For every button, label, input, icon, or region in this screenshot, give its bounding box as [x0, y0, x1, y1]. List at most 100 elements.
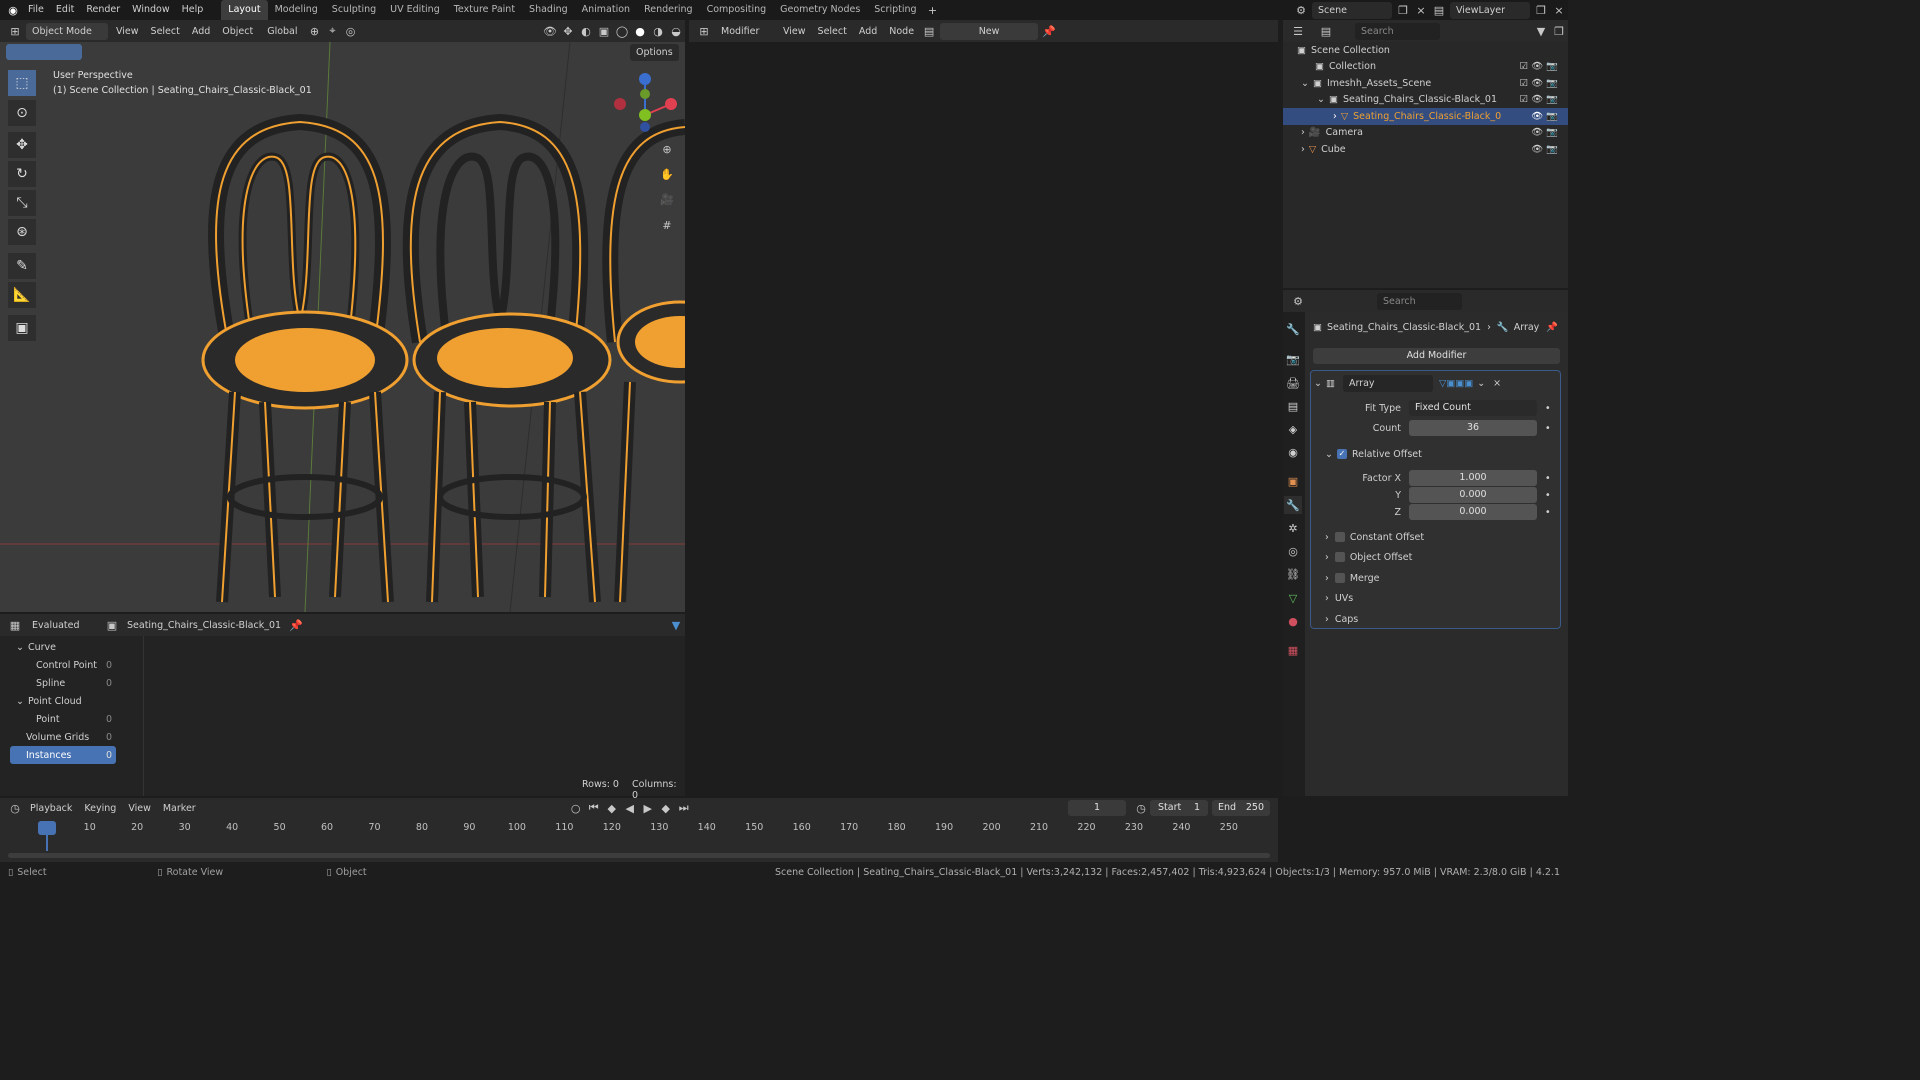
chevron-right-icon[interactable]: ›	[1301, 127, 1305, 138]
3d-viewport[interactable]: User Perspective (1) Scene Collection | …	[0, 42, 685, 612]
ortho-grid-icon[interactable]: #	[658, 216, 676, 234]
chevron-right-icon[interactable]: ›	[1333, 111, 1337, 122]
cursor-tool-icon[interactable]: ⊙	[8, 100, 36, 126]
outliner-type-icon[interactable]: ☰	[1289, 22, 1307, 40]
prev-key-icon[interactable]: ◆	[603, 799, 621, 817]
camera-view-icon[interactable]: 🎥	[658, 190, 676, 208]
playback-menu[interactable]: Playback	[24, 803, 78, 814]
node-menu-add[interactable]: Add	[853, 26, 883, 37]
merge-checkbox[interactable]	[1334, 573, 1345, 583]
animate-dot-icon[interactable]: •	[1545, 423, 1551, 434]
tree-point-cloud[interactable]: ⌄ Point Cloud	[10, 692, 116, 710]
timeline-scrollbar[interactable]	[8, 853, 1270, 858]
xray-icon[interactable]: ▣	[595, 22, 613, 40]
clock-icon[interactable]: ◷	[1132, 799, 1150, 817]
constraints-tab-icon[interactable]: ⛓	[1284, 565, 1302, 583]
node-editor-canvas[interactable]	[689, 42, 1278, 796]
tab-shading[interactable]: Shading	[522, 0, 575, 20]
tab-modeling[interactable]: Modeling	[268, 0, 325, 20]
factor-z-field[interactable]: 0.000	[1409, 504, 1537, 520]
tab-rendering[interactable]: Rendering	[637, 0, 700, 20]
transform-tool-icon[interactable]: ⊛	[8, 219, 36, 245]
node-editor-type-icon[interactable]: ⊞	[695, 22, 713, 40]
outliner-filter-icon[interactable]: ▼	[1532, 22, 1550, 40]
add-workspace-icon[interactable]: +	[924, 1, 942, 19]
tab-texture-paint[interactable]: Texture Paint	[447, 0, 522, 20]
visibility-toggles[interactable]: ☑ 👁 📷	[1520, 61, 1558, 72]
outliner-row-chairs-mesh[interactable]: › ▽ Seating_Chairs_Classic-Black_0 👁 📷	[1283, 108, 1568, 125]
edit-mode-toggle-icon[interactable]: ▽▣▣▣	[1439, 378, 1473, 389]
tree-volume-grids[interactable]: Volume Grids 0	[10, 728, 116, 746]
pivot-icon[interactable]: ⊕	[306, 22, 324, 40]
visibility-toggles[interactable]: ☑ 👁 📷	[1520, 94, 1558, 105]
outliner-row-imeshh[interactable]: ⌄ ▣ Imeshh_Assets_Scene ☑ 👁 📷	[1283, 75, 1568, 92]
animate-dot-icon[interactable]: •	[1545, 403, 1551, 414]
tab-geometry-nodes[interactable]: Geometry Nodes	[773, 0, 867, 20]
add-modifier-button[interactable]: Add Modifier	[1313, 348, 1560, 364]
tab-sculpting[interactable]: Sculpting	[325, 0, 383, 20]
viewlayer-selector[interactable]: ViewLayer	[1450, 1, 1530, 19]
data-tab-icon[interactable]: ▽	[1284, 589, 1302, 607]
select-tool-icon[interactable]: ⬚	[8, 70, 36, 96]
merge-row[interactable]: › Merge	[1325, 568, 1570, 588]
chevron-right-icon[interactable]: ›	[1325, 532, 1329, 543]
blender-logo-icon[interactable]: ◉	[4, 1, 22, 19]
rotate-tool-icon[interactable]: ↻	[8, 161, 36, 187]
marker-menu[interactable]: Marker	[157, 803, 202, 814]
new-node-group-button[interactable]: New	[940, 22, 1039, 40]
animate-dot-icon[interactable]: •	[1545, 473, 1551, 484]
tool-tab-icon[interactable]: 🔧	[1284, 320, 1302, 338]
end-frame-field[interactable]: End 250	[1212, 800, 1270, 816]
play-reverse-icon[interactable]: ◀	[621, 799, 639, 817]
menu-object[interactable]: Object	[216, 26, 259, 37]
properties-type-icon[interactable]: ⚙	[1289, 292, 1307, 310]
node-tree-type-selector[interactable]: Modifier	[715, 22, 775, 40]
zoom-icon[interactable]: ⊕	[658, 140, 676, 158]
menu-render[interactable]: Render	[80, 0, 126, 20]
jump-end-icon[interactable]: ⏭	[675, 799, 693, 817]
modifier-tab-icon[interactable]: 🔧	[1284, 496, 1302, 514]
menu-add[interactable]: Add	[186, 26, 216, 37]
visibility-toggles[interactable]: 👁 📷	[1531, 144, 1558, 155]
menu-window[interactable]: Window	[126, 0, 175, 20]
pin-icon[interactable]: 📌	[1040, 22, 1058, 40]
tree-spline[interactable]: Spline 0	[10, 674, 116, 692]
properties-search-input[interactable]: Search	[1377, 292, 1462, 310]
evaluation-selector[interactable]: Evaluated	[26, 616, 101, 634]
jump-start-icon[interactable]: ⏮	[585, 799, 603, 817]
spreadsheet-pin-icon[interactable]: 📌	[287, 616, 305, 634]
animate-dot-icon[interactable]: •	[1545, 490, 1551, 501]
outliner-row-cube[interactable]: › ▽ Cube 👁 📷	[1283, 141, 1568, 158]
constant-offset-checkbox[interactable]	[1334, 532, 1345, 542]
gizmo-icon[interactable]: ✥	[559, 22, 577, 40]
shading-rendered-icon[interactable]: ◒	[667, 22, 685, 40]
timeline-type-icon[interactable]: ◷	[6, 799, 24, 817]
factor-y-field[interactable]: 0.000	[1409, 487, 1537, 503]
tree-control-point[interactable]: Control Point 0	[10, 656, 116, 674]
node-menu-view[interactable]: View	[777, 26, 812, 37]
select-mode-buttons[interactable]	[6, 44, 82, 60]
material-tab-icon[interactable]: ●	[1284, 612, 1302, 630]
spreadsheet-divider[interactable]	[143, 636, 144, 796]
record-icon[interactable]: ○	[567, 799, 585, 817]
node-menu-select[interactable]: Select	[812, 26, 853, 37]
orientation-selector[interactable]: Global	[261, 22, 304, 40]
output-tab-icon[interactable]: 🖨	[1284, 374, 1302, 392]
move-tool-icon[interactable]: ✥	[8, 132, 36, 158]
node-browse-icon[interactable]: ▤	[920, 22, 938, 40]
shading-material-icon[interactable]: ◑	[649, 22, 667, 40]
tree-instances[interactable]: Instances 0	[10, 746, 116, 764]
menu-view[interactable]: View	[110, 26, 145, 37]
chevron-down-icon[interactable]: ⌄	[16, 696, 24, 707]
render-tab-icon[interactable]: 📷	[1284, 350, 1302, 368]
chevron-down-icon[interactable]: ⌄	[1317, 94, 1325, 105]
outliner-row-scene-collection[interactable]: ▣ Scene Collection	[1283, 42, 1568, 59]
chevron-right-icon[interactable]: ›	[1325, 573, 1329, 584]
outliner-search-input[interactable]: Search	[1355, 22, 1440, 40]
tree-curve[interactable]: ⌄ Curve	[10, 638, 116, 656]
measure-tool-icon[interactable]: 📐	[8, 282, 36, 308]
world-tab-icon[interactable]: ◉	[1284, 443, 1302, 461]
new-collection-icon[interactable]: ❐	[1550, 22, 1568, 40]
outliner-row-chairs[interactable]: ⌄ ▣ Seating_Chairs_Classic-Black_01 ☑ 👁 📷	[1283, 92, 1568, 109]
tab-animation[interactable]: Animation	[575, 0, 637, 20]
